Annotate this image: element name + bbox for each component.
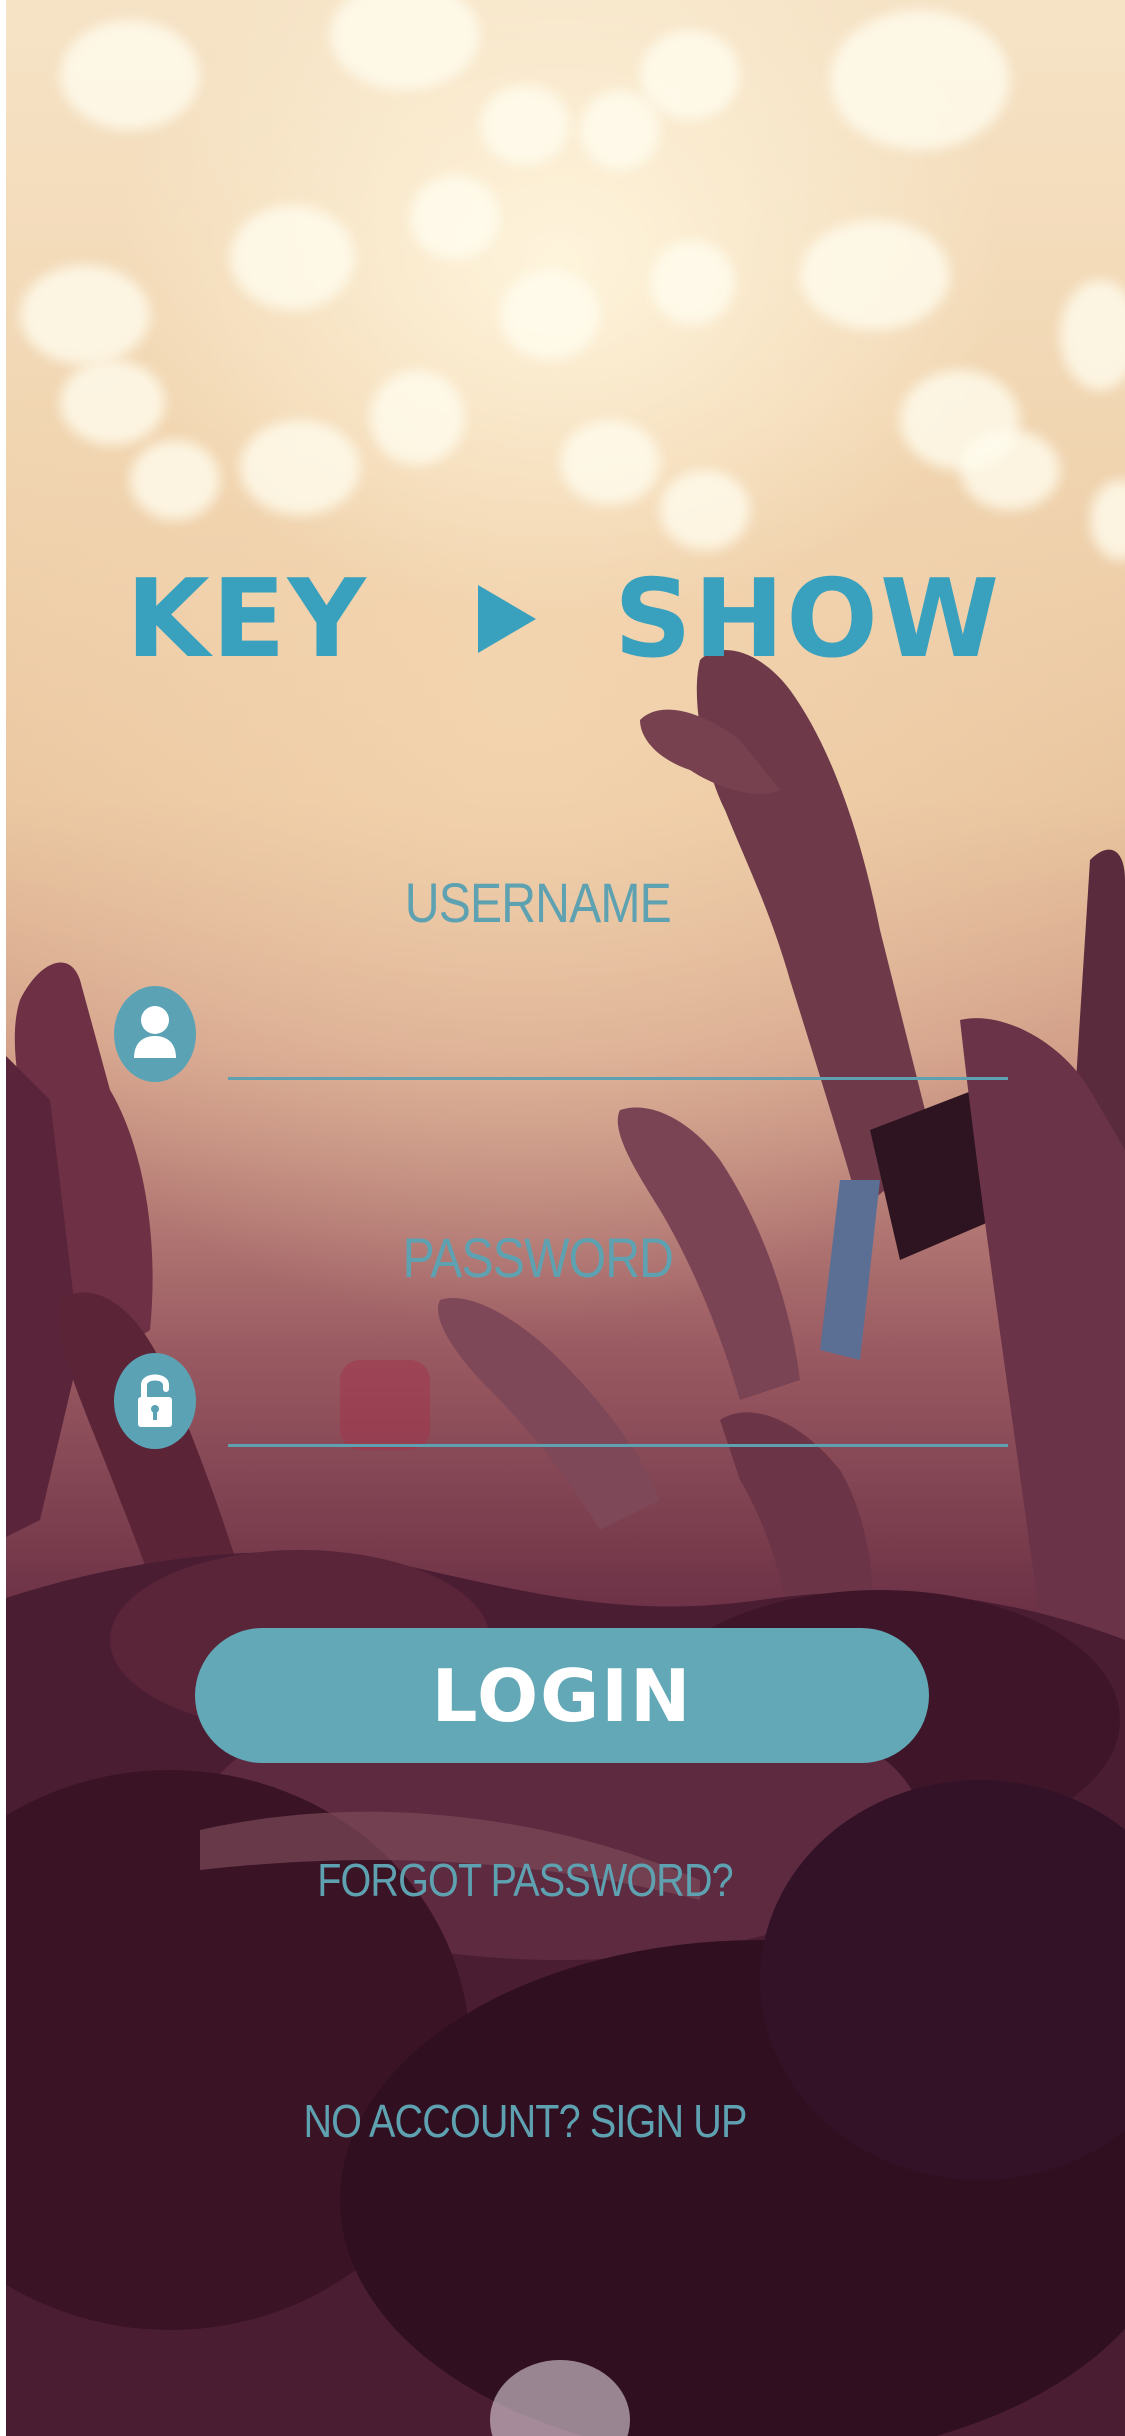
play-icon [478,585,536,653]
app-logo: KEY SHOW [0,560,1125,680]
forgot-password-link[interactable]: FORGOT PASSWORD? [74,1853,977,1907]
crowd-silhouette [0,0,1125,2436]
username-label: USERNAME [404,871,672,934]
user-icon [114,986,196,1082]
password-label: PASSWORD [402,1226,674,1289]
login-button[interactable]: LOGIN [195,1628,929,1763]
logo-word-show: SHOW [614,557,1002,682]
sign-up-link[interactable]: NO ACCOUNT? SIGN UP [74,2094,977,2148]
password-input[interactable] [228,1354,1008,1447]
login-screen: KEY SHOW USERNAME PASSWORD LOGIN FORGOT … [0,0,1125,2436]
username-input[interactable] [228,987,1008,1080]
logo-word-key: KEY [126,557,368,682]
frame-edge [0,0,6,2436]
unlock-icon [114,1353,196,1449]
